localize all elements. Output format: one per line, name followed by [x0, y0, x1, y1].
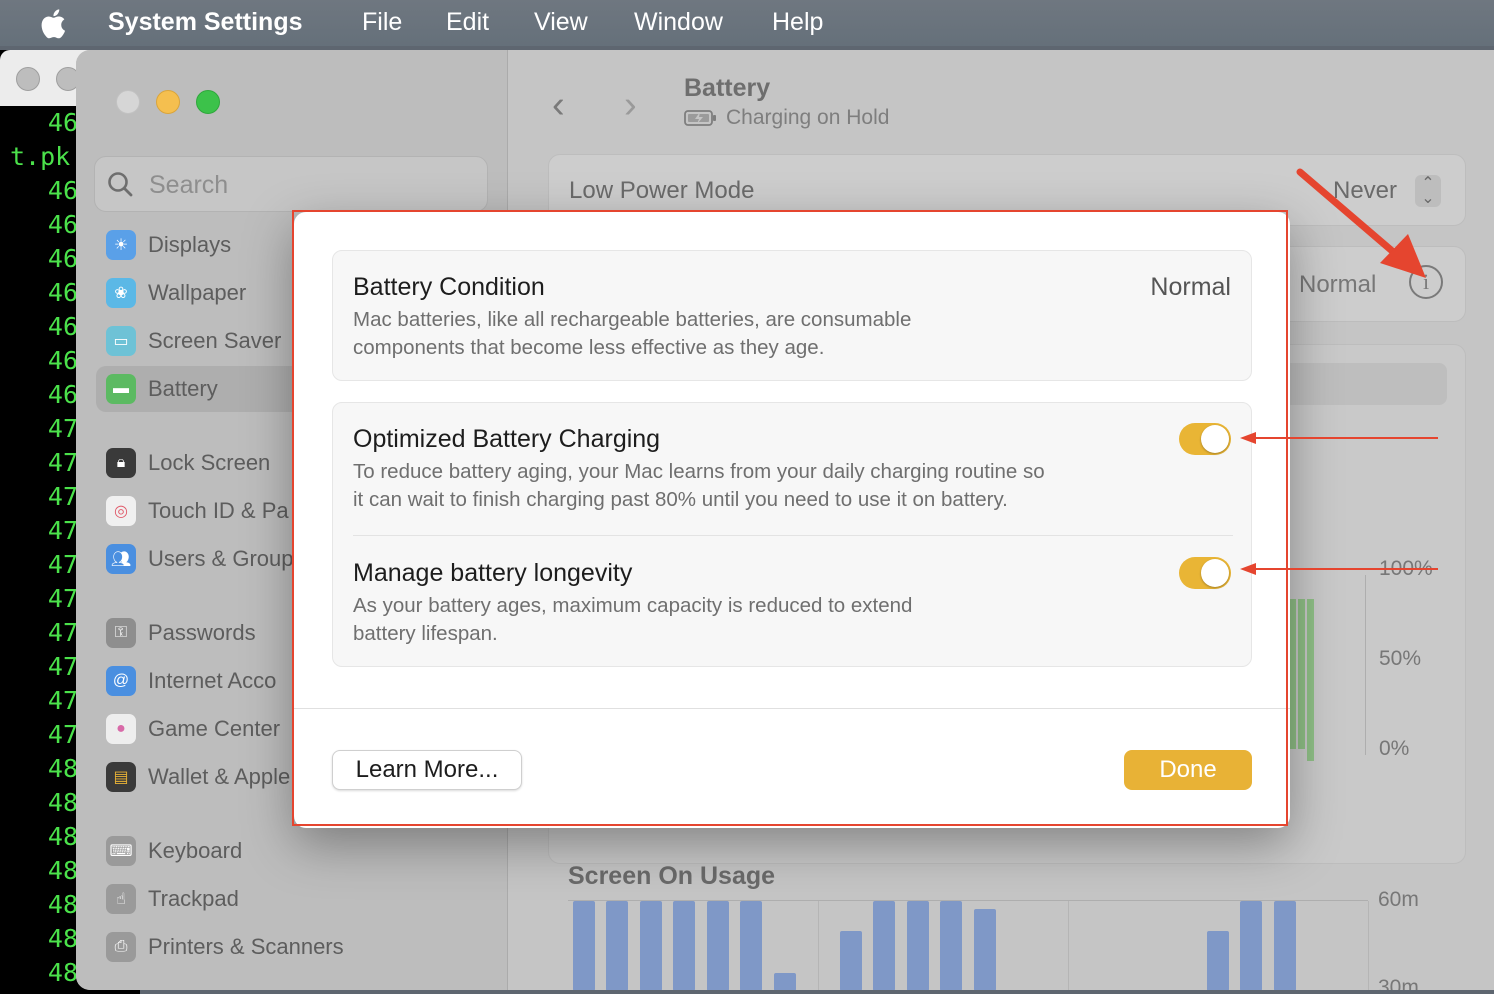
annotation-arrow-info — [1296, 168, 1402, 260]
annotation-arrowhead-icon — [1240, 432, 1256, 444]
annotation-arrowhead-icon — [1380, 234, 1426, 278]
annotation-arrowhead-icon — [1240, 563, 1256, 575]
annotation-overlay — [1240, 168, 1438, 575]
